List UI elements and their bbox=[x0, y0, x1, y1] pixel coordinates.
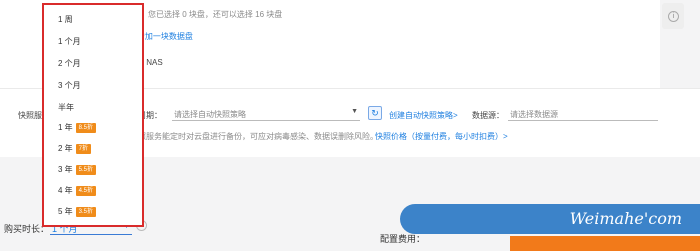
duration-option[interactable]: 3 个月 bbox=[58, 80, 81, 92]
discount-badge: 4.5折 bbox=[75, 186, 97, 196]
buy-button[interactable] bbox=[510, 236, 700, 251]
discount-badge: 7折 bbox=[75, 144, 92, 154]
discount-badge: 8.5折 bbox=[75, 123, 97, 133]
datasource-label: 数据源： bbox=[472, 111, 504, 120]
config-fee-label: 配置费用： bbox=[380, 234, 426, 244]
discount-badge: 5.5折 bbox=[75, 165, 97, 175]
help-panel[interactable]: i bbox=[662, 3, 684, 29]
discount-badge: 3.5折 bbox=[75, 207, 97, 217]
watermark-text: Weimahe'com bbox=[569, 209, 682, 228]
watermark-banner: Weimahe'com bbox=[400, 204, 700, 234]
refresh-icon[interactable]: ↻ bbox=[368, 106, 382, 120]
duration-option[interactable]: 2 年 7折 bbox=[58, 143, 92, 155]
duration-option[interactable]: 5 年 3.5折 bbox=[58, 206, 97, 218]
create-snapshot-policy-link[interactable]: 创建自动快照策略> bbox=[389, 110, 458, 121]
duration-option[interactable]: 1 周 bbox=[58, 14, 73, 26]
disk-selection-text: 您已选择 0 块盘，还可以选择 16 块盘 bbox=[148, 10, 283, 19]
caret-down-icon: ▼ bbox=[351, 108, 358, 115]
duration-option[interactable]: 4 年 4.5折 bbox=[58, 185, 97, 197]
duration-option[interactable]: 半年 bbox=[58, 102, 74, 114]
duration-dropdown: 1 周 1 个月 2 个月 3 个月 半年 1 年 8.5折 2 年 7折 3 年5… bbox=[42, 3, 144, 227]
datasource-select[interactable]: 请选择数据源 bbox=[508, 106, 658, 121]
duration-option[interactable]: 2 个月 bbox=[58, 58, 81, 70]
snapshot-policy-select[interactable]: 请选择自动快照策略 ▼ bbox=[172, 106, 360, 121]
info-icon: i bbox=[668, 11, 679, 22]
snapshot-price-link[interactable]: 快照价格（按量付费，每小时扣费）> bbox=[375, 131, 508, 142]
duration-option[interactable]: 1 年 8.5折 bbox=[58, 122, 97, 134]
duration-option[interactable]: 3 年 5.5折 bbox=[58, 164, 97, 176]
snapshot-description: 快照服务能定时对云盘进行备份，可应对病毒感染、数据误删除风险。 bbox=[130, 132, 378, 141]
duration-option[interactable]: 1 个月 bbox=[58, 36, 81, 48]
